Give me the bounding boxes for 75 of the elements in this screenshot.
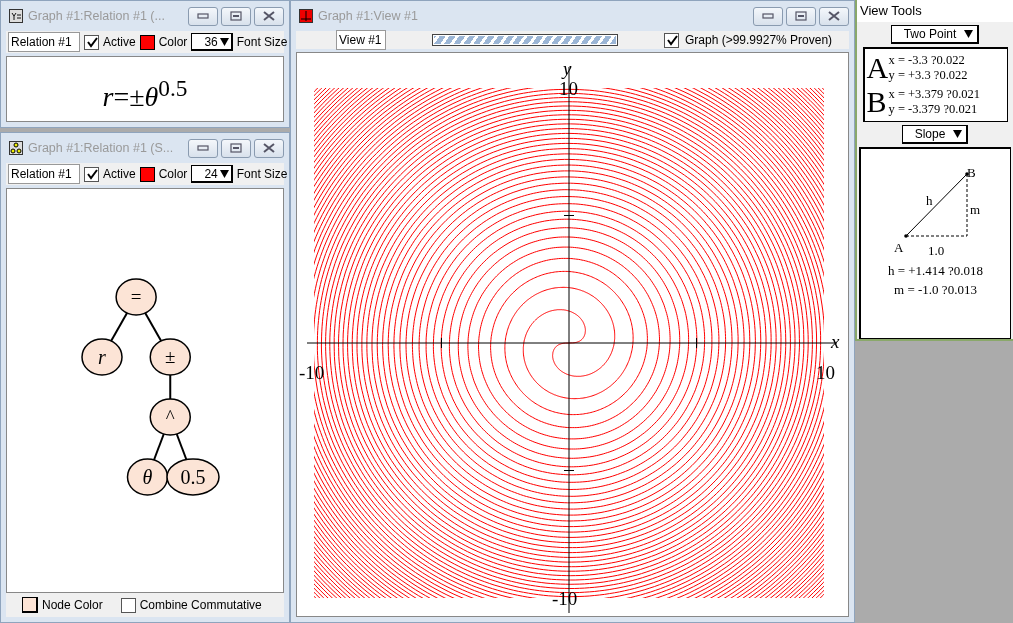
close-button[interactable] <box>254 6 284 26</box>
panel-title: View Tools <box>857 0 1013 22</box>
graph-icon <box>299 9 313 23</box>
combine-commutative-checkbox[interactable] <box>120 597 136 613</box>
equation-text: r=±θ$^{0.5}$ <box>102 74 188 114</box>
color-swatch[interactable] <box>139 34 155 50</box>
maximize-button[interactable] <box>786 6 816 26</box>
minimize-icon <box>197 145 209 151</box>
minimize-button[interactable] <box>188 138 218 158</box>
color-label: Color <box>158 35 188 49</box>
rise-label: m <box>969 202 980 217</box>
maximize-button[interactable] <box>221 138 251 158</box>
coordinate-text: y = +3.3 ?0.022 <box>888 68 968 83</box>
tree-node[interactable]: ± <box>149 338 191 376</box>
window-title: Graph #1:View #1 <box>318 9 418 23</box>
close-icon <box>828 11 840 21</box>
close-icon <box>263 143 275 153</box>
graph-checkbox[interactable] <box>664 32 679 48</box>
dropdown-arrow-icon <box>953 130 963 138</box>
tree-icon <box>9 141 23 155</box>
coordinate-text: y = -3.379 ?0.021 <box>888 102 979 117</box>
dropdown-arrow-icon <box>219 169 229 178</box>
relation-name-field[interactable]: Relation #1 <box>8 32 80 52</box>
close-button[interactable] <box>819 6 849 26</box>
maximize-button[interactable] <box>221 6 251 26</box>
y-axis-label: y <box>563 58 572 79</box>
node-color-swatch[interactable] <box>22 597 38 613</box>
slope-result: m = -1.0 ?0.013 <box>894 281 977 299</box>
color-label: Color <box>158 167 188 181</box>
hypotenuse-label: h <box>925 193 932 208</box>
window-title: Graph #1:Relation #1 (... <box>28 9 165 23</box>
relation-name-field[interactable]: Relation #1 <box>8 164 80 184</box>
tree-node[interactable]: 0.5 <box>166 458 220 496</box>
font-size-label: Font Size <box>236 35 288 49</box>
maximize-icon <box>230 143 242 153</box>
active-label: Active <box>103 167 136 181</box>
point-b-label: B <box>966 165 976 180</box>
dropdown-arrow-icon <box>219 37 229 46</box>
close-button[interactable] <box>254 138 284 158</box>
minimize-button[interactable] <box>188 6 218 26</box>
close-icon <box>263 11 275 21</box>
dropdown-arrow-icon <box>964 30 974 38</box>
active-label: Active <box>103 35 136 49</box>
active-checkbox[interactable] <box>84 166 99 182</box>
equation-icon <box>9 9 23 23</box>
tree-node[interactable]: r <box>81 338 123 376</box>
coordinate-text: x = +3.379 ?0.021 <box>888 87 981 102</box>
coordinate-text: x = -3.3 ?0.022 <box>888 53 966 68</box>
font-size-dropdown[interactable]: 36 <box>191 33 233 51</box>
combine-commutative-label: Combine Commutative <box>139 598 262 612</box>
tree-node[interactable]: θ <box>126 458 169 496</box>
minimize-button[interactable] <box>753 6 783 26</box>
active-checkbox[interactable] <box>84 34 99 50</box>
maximize-icon <box>230 11 242 21</box>
point-name: A <box>866 51 889 85</box>
font-size-label: Font Size <box>236 167 288 181</box>
graph-status-label: Graph (>99.9927% Proven) <box>685 33 833 47</box>
point-tool-dropdown[interactable]: Two Point <box>890 25 980 44</box>
hypotenuse-result: h = +1.414 ?0.018 <box>887 262 984 280</box>
node-color-label: Node Color <box>42 598 103 612</box>
view-name-field[interactable]: View #1 <box>336 30 386 50</box>
point-name: B <box>866 85 888 119</box>
tree-node[interactable]: ^ <box>149 398 191 436</box>
run-label: 1.0 <box>927 243 944 258</box>
point-a-label: A <box>893 240 903 255</box>
slope-triangle-drawing <box>903 172 969 238</box>
color-swatch[interactable] <box>139 166 155 182</box>
maximize-icon <box>795 11 807 21</box>
minimize-icon <box>762 13 774 19</box>
font-size-dropdown[interactable]: 24 <box>191 165 233 183</box>
minimize-icon <box>197 13 209 19</box>
x-axis-label: x <box>831 331 840 352</box>
tree-node[interactable]: = <box>115 278 157 316</box>
measure-tool-dropdown[interactable]: Slope <box>901 125 969 144</box>
window-title: Graph #1:Relation #1 (S... <box>28 141 174 155</box>
